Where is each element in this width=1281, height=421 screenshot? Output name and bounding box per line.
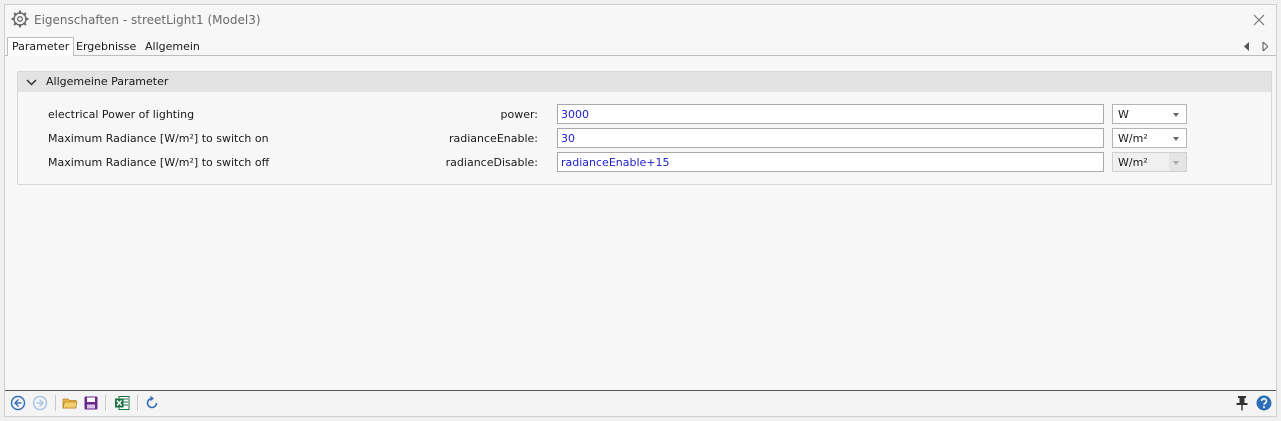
save-icon <box>84 396 98 410</box>
section-allgemeine-parameter: Allgemeine Parameter electrical Power of… <box>17 71 1272 185</box>
close-icon <box>1253 14 1265 26</box>
dropdown-arrow-icon <box>1173 137 1179 141</box>
radiance-enable-input[interactable] <box>557 128 1104 148</box>
unit-value: W/m² <box>1118 132 1148 145</box>
properties-window: Eigenschaften - streetLight1 (Model3) Pa… <box>4 4 1277 417</box>
separator <box>105 395 106 411</box>
parameter-panel: Allgemeine Parameter electrical Power of… <box>6 56 1273 390</box>
help-icon <box>1256 395 1272 411</box>
power-input[interactable] <box>557 104 1104 124</box>
tab-bar: Parameter Ergebnisse Allgemein <box>5 36 1276 57</box>
help-button[interactable] <box>1255 394 1273 412</box>
radiance-disable-unit-select: W/m² <box>1112 152 1187 172</box>
radiance-enable-unit-select[interactable]: W/m² <box>1112 128 1187 148</box>
tab-allgemein[interactable]: Allgemein <box>141 38 204 55</box>
chevron-left-icon <box>1244 41 1249 51</box>
chevron-right-icon <box>1262 41 1268 51</box>
refresh-icon <box>146 395 158 409</box>
back-icon <box>10 395 26 411</box>
param-row-radiance-disable: Maximum Radiance [W/m²] to switch off ra… <box>18 152 1271 174</box>
gear-icon <box>11 10 29 28</box>
pin-icon <box>1236 396 1248 411</box>
chevron-down-icon[interactable] <box>26 77 37 88</box>
forward-button[interactable] <box>31 394 49 412</box>
power-unit-select[interactable]: W <box>1112 104 1187 124</box>
window-title: Eigenschaften - streetLight1 (Model3) <box>34 13 261 27</box>
excel-icon <box>115 396 130 410</box>
param-name: radianceDisable: <box>445 156 538 169</box>
separator <box>55 395 56 411</box>
export-excel-button[interactable] <box>113 394 131 412</box>
unit-value: W/m² <box>1118 156 1148 169</box>
tab-scroll-left-button[interactable] <box>1241 40 1253 52</box>
dropdown-arrow-icon <box>1173 161 1179 165</box>
param-name: power: <box>500 108 538 121</box>
close-button[interactable] <box>1250 11 1268 29</box>
section-title: Allgemeine Parameter <box>46 75 169 88</box>
save-button[interactable] <box>82 394 100 412</box>
separator <box>137 395 138 411</box>
param-row-power: electrical Power of lighting power: W <box>18 104 1271 126</box>
open-folder-icon <box>62 398 78 409</box>
tab-scroll-right-button[interactable] <box>1259 40 1271 52</box>
pin-button[interactable] <box>1233 394 1251 412</box>
section-header[interactable]: Allgemeine Parameter <box>18 72 1271 92</box>
status-toolbar <box>5 390 1276 416</box>
param-name: radianceEnable: <box>448 132 538 145</box>
param-row-radiance-enable: Maximum Radiance [W/m²] to switch on rad… <box>18 128 1271 150</box>
refresh-button[interactable] <box>143 394 161 412</box>
back-button[interactable] <box>9 394 27 412</box>
param-description: electrical Power of lighting <box>48 108 195 121</box>
radiance-disable-input[interactable] <box>557 152 1104 172</box>
tab-ergebnisse[interactable]: Ergebnisse <box>72 38 140 55</box>
title-bar: Eigenschaften - streetLight1 (Model3) <box>5 5 1276 35</box>
forward-icon <box>32 395 48 411</box>
tab-parameter[interactable]: Parameter <box>7 37 75 57</box>
param-description: Maximum Radiance [W/m²] to switch on <box>48 132 269 145</box>
dropdown-arrow-icon <box>1173 113 1179 117</box>
open-button[interactable] <box>61 394 79 412</box>
param-description: Maximum Radiance [W/m²] to switch off <box>48 156 270 169</box>
unit-value: W <box>1118 108 1129 121</box>
